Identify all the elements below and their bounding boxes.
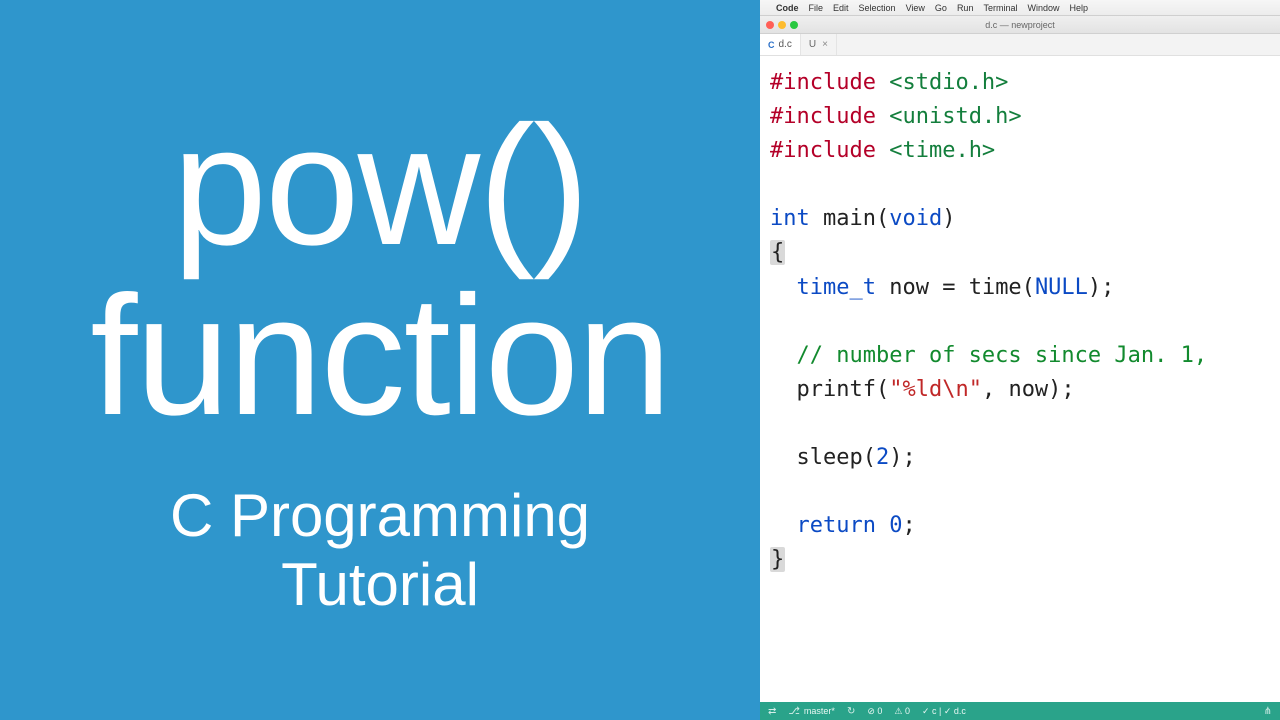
tok-printf-rest: , now);	[982, 377, 1075, 402]
problems-errors[interactable]: ⊘ 0	[867, 706, 882, 717]
code-editor[interactable]: #include <stdio.h> #include <unistd.h> #…	[760, 56, 1280, 702]
sync-icon: ↻	[847, 706, 855, 717]
branch-name: master*	[804, 706, 835, 716]
tok-comment: // number of secs since Jan. 1,	[797, 343, 1208, 368]
tok-now-decl: now = time(	[876, 275, 1035, 300]
feedback-icon: ⋔	[1264, 706, 1272, 717]
menu-window[interactable]: Window	[1027, 3, 1059, 13]
tok-null: NULL	[1035, 275, 1088, 300]
slide-subtitle-line2: Tutorial	[281, 551, 479, 618]
tok-header-stdio: <stdio.h>	[889, 70, 1008, 95]
tok-header-time: <time.h>	[889, 138, 995, 163]
window-titlebar[interactable]: d.c — newproject	[760, 16, 1280, 34]
app-name[interactable]: Code	[776, 3, 799, 13]
remote-icon: ⇄	[768, 706, 776, 717]
tok-void: void	[889, 206, 942, 231]
menu-selection[interactable]: Selection	[859, 3, 896, 13]
problems-warnings[interactable]: ⚠ 0	[894, 706, 910, 717]
tok-timet: time_t	[797, 275, 876, 300]
slide-title-line1: pow()	[172, 91, 587, 281]
editor-tabbar: C d.c U ×	[760, 34, 1280, 56]
slide-subtitle-line1: C Programming	[170, 482, 590, 549]
open-brace: {	[770, 240, 785, 265]
tok-printf-open: (	[876, 377, 889, 402]
tab-dc[interactable]: C d.c	[760, 34, 801, 55]
slide-title-line2: function	[90, 261, 669, 451]
warnings-count: ⚠ 0	[894, 706, 910, 717]
tok-return-val: 0	[889, 513, 902, 538]
status-right[interactable]: ⋔	[1264, 706, 1272, 717]
git-branch[interactable]: ⎇ master*	[788, 706, 835, 717]
slide-panel: pow() function C Programming Tutorial	[0, 0, 760, 720]
menu-run[interactable]: Run	[957, 3, 974, 13]
tok-header-unistd: <unistd.h>	[889, 104, 1021, 129]
build-status[interactable]: ✓ c | ✓ d.c	[922, 706, 966, 717]
build-text: ✓ c | ✓ d.c	[922, 706, 966, 717]
tok-return: return	[797, 513, 876, 538]
editor-window: Code File Edit Selection View Go Run Ter…	[760, 0, 1280, 720]
tok-include: #include	[770, 70, 876, 95]
menu-view[interactable]: View	[906, 3, 925, 13]
mac-menubar[interactable]: Code File Edit Selection View Go Run Ter…	[760, 0, 1280, 16]
tok-sleep-tail: );	[889, 445, 916, 470]
tok-sleep: sleep(	[797, 445, 876, 470]
tok-include: #include	[770, 138, 876, 163]
tok-main: main	[810, 206, 876, 231]
tab-filename: d.c	[779, 39, 792, 50]
menu-terminal[interactable]: Terminal	[983, 3, 1017, 13]
slide-title: pow() function	[90, 101, 669, 441]
tok-sleep-arg: 2	[876, 445, 889, 470]
menu-edit[interactable]: Edit	[833, 3, 849, 13]
statusbar: ⇄ ⎇ master* ↻ ⊘ 0 ⚠ 0 ✓ c | ✓ d.c ⋔	[760, 702, 1280, 720]
slide-subtitle: C Programming Tutorial	[170, 481, 590, 619]
tok-include: #include	[770, 104, 876, 129]
errors-count: ⊘ 0	[867, 706, 882, 717]
menu-file[interactable]: File	[809, 3, 824, 13]
remote-indicator[interactable]: ⇄	[768, 706, 776, 717]
tok-decl-tail: );	[1088, 275, 1115, 300]
sync-button[interactable]: ↻	[847, 706, 855, 717]
tok-int: int	[770, 206, 810, 231]
menu-go[interactable]: Go	[935, 3, 947, 13]
tab-secondary[interactable]: U ×	[801, 34, 837, 55]
branch-icon: ⎇	[788, 706, 800, 717]
tok-return-tail: ;	[902, 513, 915, 538]
tok-printf: printf	[797, 377, 876, 402]
tab-dirty-indicator: U	[809, 39, 816, 50]
tok-format-string: "%ld\n"	[889, 377, 982, 402]
close-tab-icon[interactable]: ×	[822, 39, 828, 50]
menu-help[interactable]: Help	[1069, 3, 1088, 13]
close-brace: }	[770, 547, 785, 572]
language-badge-icon: C	[768, 40, 775, 50]
window-title: d.c — newproject	[760, 20, 1280, 30]
